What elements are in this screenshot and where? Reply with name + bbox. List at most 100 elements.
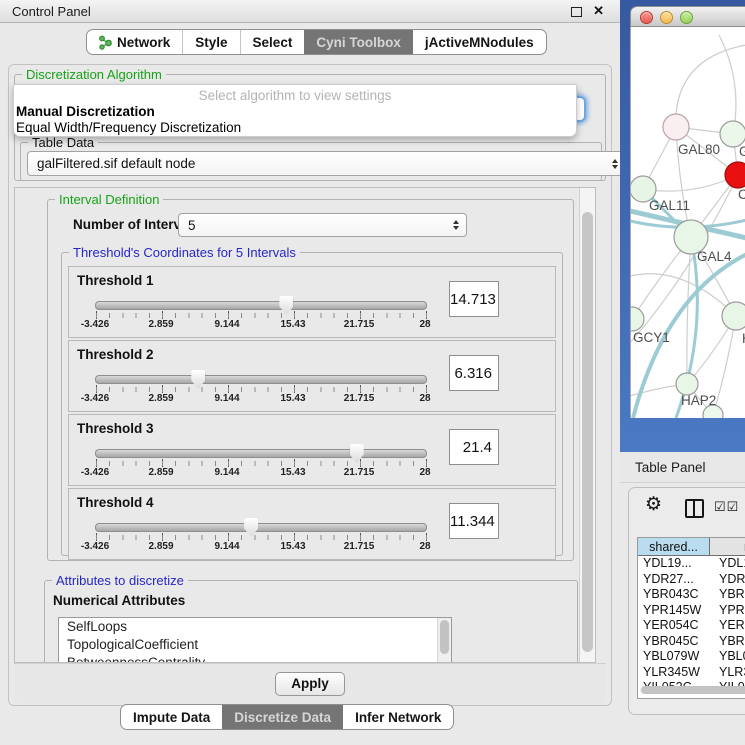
tick-label: 9.144 (214, 319, 239, 330)
node-attribute-table[interactable]: shared... na YDL19... YDL1 YDR27... YDR2… (637, 537, 745, 699)
table-scrollbar-thumb[interactable] (641, 686, 745, 694)
select-columns-icon[interactable]: ☑☑ (714, 499, 739, 515)
tab-jactivemnodules-label: jActiveMNodules (425, 35, 534, 50)
node-gal80[interactable] (663, 114, 689, 140)
tab-network[interactable]: Network (87, 30, 182, 54)
table-row[interactable]: YBR043C YBR0 (638, 587, 745, 603)
algorithm-hint-item[interactable]: Select algorithm to view settings (14, 88, 576, 103)
tab-select[interactable]: Select (240, 30, 305, 54)
cell-name[interactable]: YPR1 (709, 603, 745, 619)
threshold-4-slider[interactable] (95, 523, 427, 532)
column-header-name[interactable]: na (710, 538, 745, 556)
table-row[interactable]: YDL19... YDL1 (638, 556, 745, 572)
table-row[interactable]: YBL079W YBL0 (638, 649, 745, 665)
tab-infer-network[interactable]: Infer Network (343, 705, 453, 729)
numerical-attributes-label: Numerical Attributes (53, 593, 185, 608)
cell-name[interactable]: YLR3 (709, 665, 745, 681)
mac-close-icon[interactable] (640, 11, 653, 24)
node-hap2[interactable] (676, 373, 698, 395)
split-columns-icon[interactable] (685, 499, 704, 518)
column-header-shared-name[interactable]: shared... (638, 538, 710, 556)
node-gcy1[interactable] (631, 307, 644, 331)
algorithm-option-manual[interactable]: Manual Discretization (16, 104, 155, 119)
cell-shared-name[interactable]: YDL19... (638, 556, 709, 572)
table-row[interactable]: YBR045C YBR0 (638, 634, 745, 650)
network-canvas[interactable]: GAL80 G. C GAL11 GAL4 GCY1 H HAP2 (630, 27, 745, 418)
cell-name[interactable]: YBR0 (709, 587, 745, 603)
cyni-bottom-tabbar: Impute Data Discretize Data Infer Networ… (120, 704, 454, 730)
number-of-intervals-value: 5 (188, 218, 196, 233)
tab-impute-data[interactable]: Impute Data (121, 705, 222, 729)
tick-label: 28 (419, 467, 430, 478)
mac-minimize-icon[interactable] (660, 11, 673, 24)
table-header-row: shared... na (638, 538, 745, 556)
table-panel-window: ⚙ ☑☑ shared... na YDL19... YDL1 YDR27...… (628, 487, 745, 715)
number-of-intervals-combobox[interactable]: 5 (178, 213, 467, 237)
list-scrollbar[interactable] (437, 618, 451, 663)
tick-label: 2.859 (148, 319, 173, 330)
mac-zoom-icon[interactable] (680, 11, 693, 24)
cell-shared-name[interactable]: YBR045C (638, 634, 709, 650)
threshold-2-label: Threshold 2 (77, 347, 154, 362)
cell-name[interactable]: YDL1 (709, 556, 745, 572)
threshold-3-slider[interactable] (95, 449, 427, 458)
network-icon (99, 35, 112, 50)
settings-scroll-panel: Interval Definition Number of Intervals … (14, 187, 596, 663)
table-row[interactable]: YDR27... YDR2 (638, 572, 745, 588)
list-item[interactable]: BetweennessCentrality (59, 654, 451, 663)
cell-shared-name[interactable]: YLR345W (638, 665, 709, 681)
list-scrollbar-thumb[interactable] (440, 620, 449, 654)
list-item[interactable]: SelfLoops (59, 618, 451, 636)
interval-definition-group: Interval Definition Number of Intervals … (47, 199, 574, 561)
list-item[interactable]: TopologicalCoefficient (59, 636, 451, 654)
cell-shared-name[interactable]: YDR27... (638, 572, 709, 588)
network-graph: GAL80 G. C GAL11 GAL4 GCY1 H HAP2 (631, 27, 745, 418)
cell-shared-name[interactable]: YER054C (638, 618, 709, 634)
node-h[interactable] (722, 302, 745, 330)
table-row[interactable]: YER054C YER0 (638, 618, 745, 634)
threshold-2-slider[interactable] (95, 375, 427, 384)
apply-button[interactable]: Apply (275, 672, 345, 696)
screen: { "window": {"title": "Control Panel", "… (0, 0, 745, 745)
cell-name[interactable]: YBL0 (709, 649, 745, 665)
panel-scrollbar-thumb[interactable] (582, 212, 593, 652)
threshold-3-value-field[interactable]: 21.4 (449, 429, 499, 465)
gear-icon[interactable]: ⚙ (645, 493, 662, 516)
tab-infer-network-label: Infer Network (355, 710, 441, 725)
tick-label: 9.144 (214, 541, 239, 552)
threshold-2-panel: Threshold 2 -3.4262.8599.14415.4321.7152… (68, 340, 556, 412)
threshold-1-value-field[interactable]: 14.713 (449, 281, 499, 317)
tick-label: 21.715 (344, 319, 375, 330)
network-window-titlebar[interactable] (630, 6, 745, 27)
threshold-4-value-field[interactable]: 11.344 (449, 503, 499, 539)
table-row[interactable]: YPR145W YPR1 (638, 603, 745, 619)
algorithm-option-equal-width[interactable]: Equal Width/Frequency Discretization (16, 120, 241, 135)
tab-jactivemnodules[interactable]: jActiveMNodules (413, 30, 546, 54)
float-window-icon[interactable] (571, 7, 582, 17)
tick-label: 15.43 (280, 467, 305, 478)
tab-cyni-toolbox[interactable]: Cyni Toolbox (304, 30, 413, 54)
table-row[interactable]: YLR345W YLR3 (638, 665, 745, 681)
thresholds-coordinates-title: Threshold's Coordinates for 5 Intervals (69, 245, 300, 260)
panel-vertical-scrollbar[interactable] (579, 188, 595, 662)
threshold-1-slider[interactable] (95, 301, 427, 310)
tick-label: 2.859 (148, 541, 173, 552)
slider-minor-ticks (96, 461, 427, 466)
cell-shared-name[interactable]: YPR145W (638, 603, 709, 619)
table-data-combobox[interactable]: galFiltered.sif default node (27, 151, 626, 176)
cell-name[interactable]: YER0 (709, 618, 745, 634)
threshold-2-value-field[interactable]: 6.316 (449, 355, 499, 391)
tab-network-label: Network (117, 35, 170, 50)
numerical-attributes-list[interactable]: SelfLoopsTopologicalCoefficientBetweenne… (58, 617, 452, 663)
close-icon[interactable]: ✕ (593, 3, 604, 19)
cell-name[interactable]: YBR0 (709, 634, 745, 650)
tick-label: 9.144 (214, 393, 239, 404)
interval-definition-title: Interval Definition (55, 192, 163, 207)
table-horizontal-scrollbar[interactable] (640, 686, 745, 694)
node-red-selected[interactable] (725, 162, 745, 188)
cell-shared-name[interactable]: YBL079W (638, 649, 709, 665)
cell-name[interactable]: YDR2 (709, 572, 745, 588)
cell-shared-name[interactable]: YBR043C (638, 587, 709, 603)
tab-discretize-data[interactable]: Discretize Data (222, 705, 343, 729)
tab-style[interactable]: Style (182, 30, 239, 54)
